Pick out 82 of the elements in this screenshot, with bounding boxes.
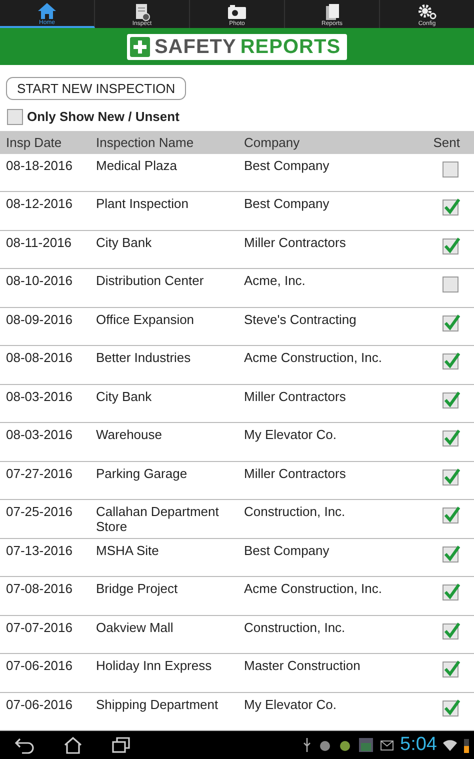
table-cell-text: Acme Construction, Inc.	[243, 350, 383, 365]
camera-icon	[227, 3, 247, 21]
sent-checkbox[interactable]	[442, 275, 460, 293]
table-cell-text: Construction, Inc.	[243, 620, 346, 634]
sent-checkbox[interactable]	[442, 506, 460, 524]
table-cell-text: 07-08-2016	[5, 581, 74, 596]
table-cell-text: Medical Plaza	[95, 158, 178, 172]
cross-icon	[130, 36, 150, 56]
table-cell-text: 07-06-2016	[5, 696, 74, 712]
table-cell-text: 07-07-2016	[5, 620, 74, 634]
mail-icon	[380, 739, 394, 751]
table-cell-text: 08-10-2016	[5, 273, 74, 288]
sent-checkbox[interactable]	[442, 314, 460, 332]
table-cell-text: 07-25-2016	[5, 504, 74, 519]
sent-checkbox[interactable]	[442, 698, 460, 716]
table-cell-text: MSHA Site	[95, 542, 160, 558]
table-cell-text: Steve's Contracting	[243, 312, 358, 326]
table-cell-text: Acme Construction, Inc.	[243, 581, 383, 596]
sent-checkbox[interactable]	[442, 390, 460, 408]
filter-checkbox[interactable]	[7, 108, 23, 124]
table-cell-text: 07-13-2016	[5, 542, 74, 558]
start-inspection-button[interactable]: START NEW INSPECTION	[6, 77, 186, 100]
table-cell-text: 08-09-2016	[5, 312, 74, 326]
sent-checkbox[interactable]	[442, 160, 460, 178]
sent-checkbox[interactable]	[442, 236, 460, 254]
table-cell-text: 07-06-2016	[5, 658, 74, 673]
table-cell-text: City Bank	[95, 234, 153, 250]
table-cell-text: Miller Contractors	[243, 388, 347, 404]
wifi-icon	[443, 739, 457, 751]
table-cell-text: Miller Contractors	[243, 234, 347, 250]
sent-checkbox[interactable]	[442, 468, 460, 486]
sent-checkbox[interactable]	[442, 198, 460, 216]
back-icon[interactable]	[14, 736, 36, 754]
table-cell-text: 08-03-2016	[5, 427, 74, 442]
table-cell-text: Best Company	[243, 196, 330, 211]
sent-checkbox[interactable]	[442, 429, 460, 447]
table-cell-text: Shipping Department	[95, 696, 220, 712]
gears-icon	[417, 3, 437, 21]
screenshot-icon	[358, 737, 374, 753]
column-header: Insp Date	[5, 134, 63, 150]
table-cell-text: Distribution Center	[95, 273, 205, 288]
table-cell-text: My Elevator Co.	[243, 427, 338, 442]
recent-apps-icon[interactable]	[110, 736, 132, 754]
sent-checkbox[interactable]	[442, 544, 460, 562]
clock-time: 5:04	[400, 734, 437, 756]
house-icon	[37, 2, 57, 20]
sent-checkbox[interactable]	[442, 352, 460, 370]
battery-icon	[463, 737, 470, 753]
table-cell-text: Oakview Mall	[95, 620, 174, 634]
table-cell-text: Better Industries	[95, 350, 192, 365]
sent-checkbox[interactable]	[442, 660, 460, 678]
table-cell-text: 08-03-2016	[5, 388, 74, 404]
column-header: Sent	[432, 134, 461, 150]
sent-checkbox[interactable]	[442, 583, 460, 601]
logo-text: SAFETY	[154, 36, 236, 58]
column-header: Inspection Name	[95, 134, 195, 150]
table-cell-text: 08-11-2016	[5, 234, 73, 250]
usb-icon	[302, 737, 312, 753]
home-icon[interactable]	[62, 736, 84, 754]
table-cell-text: Office Expansion	[95, 312, 196, 326]
table-cell-text: Holiday Inn Express	[95, 658, 213, 673]
table-cell-text: Master Construction	[243, 658, 362, 673]
table-cell-text: 08-12-2016	[5, 196, 74, 211]
table-cell-text: Construction, Inc.	[243, 504, 346, 519]
logo-text: REPORTS	[240, 36, 341, 58]
table-cell-text: Bridge Project	[95, 581, 179, 596]
table-cell-text: 07-27-2016	[5, 466, 74, 480]
sent-checkbox[interactable]	[442, 622, 460, 640]
table-cell-text: Miller Contractors	[243, 466, 347, 480]
table-cell-text: Plant Inspection	[95, 196, 190, 211]
column-header: Company	[243, 134, 301, 150]
table-cell-text: 08-08-2016	[5, 350, 74, 365]
table-cell-text: Acme, Inc.	[243, 273, 306, 288]
table-cell-text: Parking Garage	[95, 466, 188, 480]
table-cell-text: My Elevator Co.	[243, 696, 338, 712]
table-cell-text: Best Company	[243, 542, 330, 558]
filter-label: Only Show New / Unsent	[27, 109, 180, 124]
table-cell-text: City Bank	[95, 388, 153, 404]
table-cell-text: Best Company	[243, 158, 330, 172]
table-cell-text: 08-18-2016	[5, 158, 74, 172]
table-cell-text: Callahan Department Store	[95, 504, 220, 534]
table-cell-text: Warehouse	[95, 427, 163, 442]
